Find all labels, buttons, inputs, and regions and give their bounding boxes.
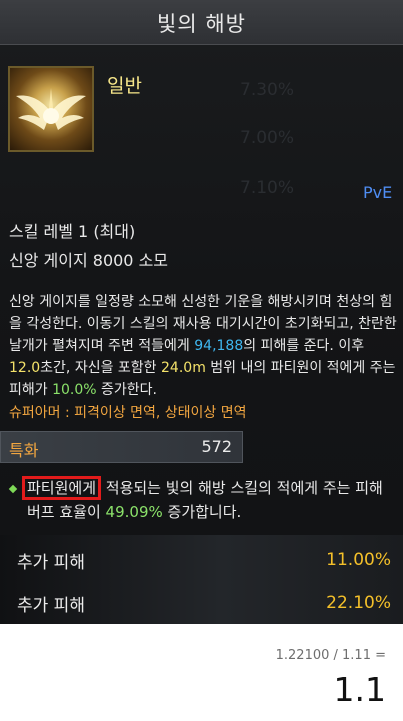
duration-value: 12.0 [9,360,41,376]
skill-description: 신앙 게이지를 일정량 소모해 신성한 기운을 해방시키며 천상의 힘을 각성한… [9,291,397,401]
description-text: 의 피해를 준다. 이후 [243,338,365,354]
range-value: 24.0m [161,360,206,376]
wings-icon [16,88,86,130]
super-armor-text: 슈퍼아머 : 피격이상 면역, 상태이상 면역 [9,405,247,421]
pve-tag: PvE [363,183,393,202]
extra-damage-panel: 추가 피해 11.00% 추가 피해 22.10% [0,535,403,624]
description-text: 초간, 자신을 포함한 [40,360,162,376]
grade-label: 일반 [107,75,142,97]
effect-text-part: 증가합니다. [162,503,242,521]
extra-damage-label: 추가 피해 [17,553,85,573]
specialization-label: 특화 [9,441,39,460]
bullet-icon [8,484,18,494]
specialization-row: 특화 572 [0,431,243,463]
extra-damage-label: 추가 피해 [17,596,85,616]
skill-icon [8,66,94,152]
tooltip-titlebar: 빛의 해방 [0,0,403,45]
effect-value: 49.09% [105,503,163,521]
background-number: 7.30% [240,80,295,100]
calc-result: 1.1 [333,670,386,709]
buff-value: 10.0% [52,382,97,398]
skill-tooltip: 빛의 해방 7.30% 7.00% 7.10% 일반 PvE 스킬 레벨 1 (… [0,0,403,624]
background-number: 7.00% [240,128,295,148]
description-text: 증가한다. [96,382,157,398]
background-number: 7.10% [240,178,295,198]
extra-damage-row: 추가 피해 22.10% [0,583,403,623]
calc-formula: 1.22100 / 1.11 = [275,648,386,663]
effect-text: 파티원에게 적용되는 빛의 해방 스킬의 적에게 주는 피해 버프 효율이 49… [22,476,393,524]
specialization-value: 572 [201,437,232,456]
extra-damage-value: 22.10% [326,593,391,613]
skill-level: 스킬 레벨 1 (최대) [9,222,136,241]
extra-damage-value: 11.00% [326,550,391,570]
extra-damage-row: 추가 피해 11.00% [0,540,403,580]
damage-value: 94,188 [194,338,244,354]
skill-title: 빛의 해방 [157,12,246,36]
skill-cost: 신앙 게이지 8000 소모 [9,251,169,270]
highlight-box: 파티원에게 [22,476,102,500]
